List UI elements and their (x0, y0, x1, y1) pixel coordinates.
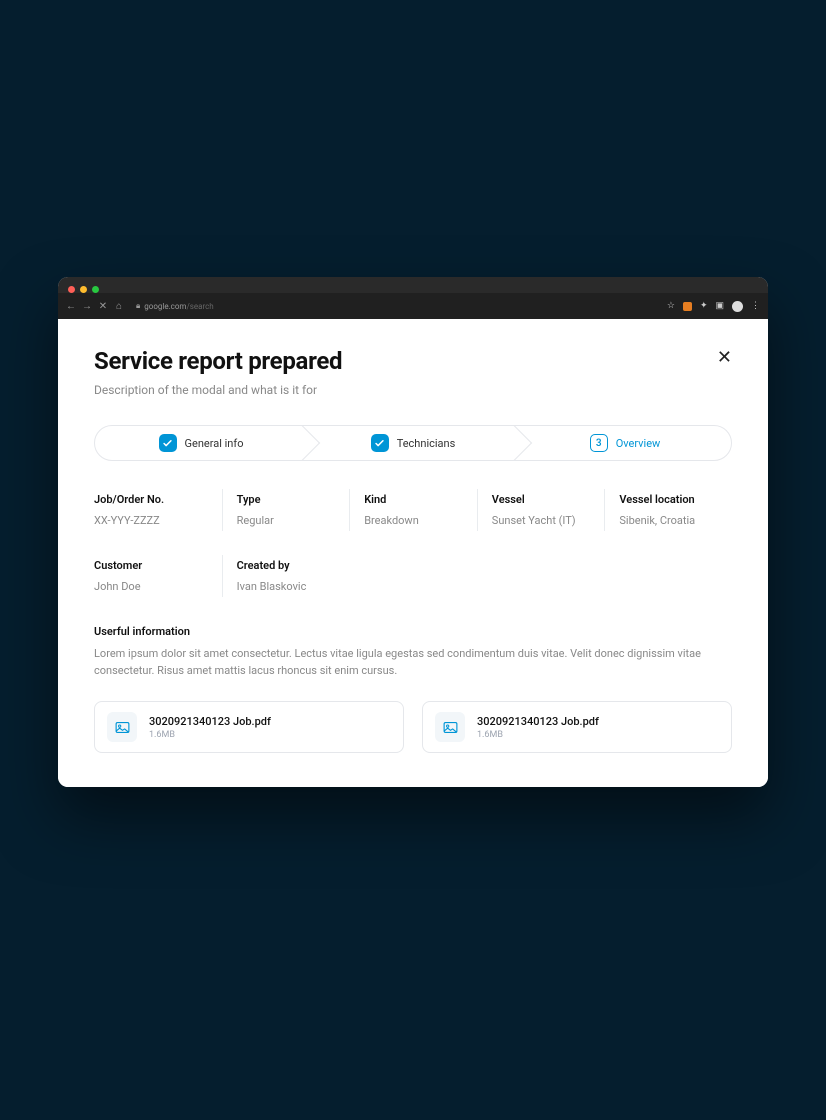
check-icon (371, 434, 389, 452)
file-icon (107, 712, 137, 742)
home-icon[interactable]: ⌂ (114, 301, 124, 312)
step-overview[interactable]: 3 Overview (519, 426, 731, 460)
detail-label: Vessel (492, 493, 591, 506)
step-number: 3 (590, 434, 608, 452)
file-attachment[interactable]: 3020921340123 Job.pdf 1.6MB (94, 701, 404, 753)
modal-header: Service report prepared Description of t… (94, 347, 732, 397)
browser-chrome: ← → ✕ ⌂ 🔒︎ google.com/search ☆ ✦ ▣ ⋮ (58, 277, 768, 319)
window-minimize-button[interactable] (80, 286, 87, 293)
address-bar[interactable]: 🔒︎ google.com/search (132, 301, 659, 311)
file-icon (435, 712, 465, 742)
detail-label: Created by (237, 559, 336, 572)
detail-type: Type Regular (222, 489, 350, 531)
detail-created-by: Created by Ivan Blaskovic (222, 555, 350, 597)
detail-customer: Customer John Doe (94, 555, 222, 597)
forward-icon[interactable]: → (82, 301, 92, 312)
star-icon[interactable]: ☆ (667, 301, 675, 311)
check-icon (159, 434, 177, 452)
file-name: 3020921340123 Job.pdf (477, 715, 599, 728)
avatar[interactable] (732, 301, 743, 312)
page-title: Service report prepared (94, 347, 342, 375)
close-icon: ✕ (717, 347, 732, 367)
info-text: Lorem ipsum dolor sit amet consectetur. … (94, 646, 732, 679)
detail-value: Breakdown (364, 514, 463, 527)
title-bar (58, 277, 768, 293)
detail-vessel-location: Vessel location Sibenik, Croatia (604, 489, 732, 531)
step-label: Overview (616, 437, 661, 450)
useful-information: Userful information Lorem ipsum dolor si… (94, 625, 732, 679)
kebab-icon[interactable]: ⋮ (751, 301, 760, 311)
browser-toolbar: ← → ✕ ⌂ 🔒︎ google.com/search ☆ ✦ ▣ ⋮ (58, 293, 768, 319)
detail-vessel: Vessel Sunset Yacht (IT) (477, 489, 605, 531)
file-name: 3020921340123 Job.pdf (149, 715, 271, 728)
close-button[interactable]: ✕ (717, 347, 732, 368)
detail-value: Regular (237, 514, 336, 527)
extension-icon[interactable] (683, 302, 692, 311)
step-general-info[interactable]: General info (95, 426, 307, 460)
detail-value: John Doe (94, 580, 208, 593)
window-close-button[interactable] (68, 286, 75, 293)
detail-label: Job/Order No. (94, 493, 208, 506)
detail-label: Customer (94, 559, 208, 572)
puzzle-icon[interactable]: ✦ (700, 301, 708, 311)
detail-value: Sunset Yacht (IT) (492, 514, 591, 527)
stepper: General info Technicians 3 Overview (94, 425, 732, 461)
url-text: google.com/search (144, 302, 213, 311)
detail-kind: Kind Breakdown (349, 489, 477, 531)
detail-value: Sibenik, Croatia (619, 514, 718, 527)
browser-window: ← → ✕ ⌂ 🔒︎ google.com/search ☆ ✦ ▣ ⋮ Ser… (58, 277, 768, 787)
detail-label: Type (237, 493, 336, 506)
lock-icon: 🔒︎ (136, 301, 140, 311)
nav-arrows: ← → ✕ ⌂ (66, 301, 124, 312)
step-label: Technicians (397, 437, 456, 450)
stop-icon[interactable]: ✕ (98, 301, 108, 312)
modal-content: Service report prepared Description of t… (58, 319, 768, 787)
detail-label: Vessel location (619, 493, 718, 506)
file-attachment[interactable]: 3020921340123 Job.pdf 1.6MB (422, 701, 732, 753)
detail-job-order: Job/Order No. XX-YYY-ZZZZ (94, 489, 222, 531)
step-label: General info (185, 437, 244, 450)
toolbar-right: ☆ ✦ ▣ ⋮ (667, 301, 760, 312)
file-size: 1.6MB (477, 730, 599, 740)
info-title: Userful information (94, 625, 732, 638)
panel-icon[interactable]: ▣ (715, 301, 724, 311)
detail-value: Ivan Blaskovic (237, 580, 336, 593)
back-icon[interactable]: ← (66, 301, 76, 312)
window-maximize-button[interactable] (92, 286, 99, 293)
detail-label: Kind (364, 493, 463, 506)
page-subtitle: Description of the modal and what is it … (94, 383, 342, 397)
detail-value: XX-YYY-ZZZZ (94, 514, 208, 527)
step-technicians[interactable]: Technicians (307, 426, 519, 460)
files-row: 3020921340123 Job.pdf 1.6MB 302092134012… (94, 701, 732, 753)
file-size: 1.6MB (149, 730, 271, 740)
details-grid: Job/Order No. XX-YYY-ZZZZ Type Regular K… (94, 489, 732, 597)
